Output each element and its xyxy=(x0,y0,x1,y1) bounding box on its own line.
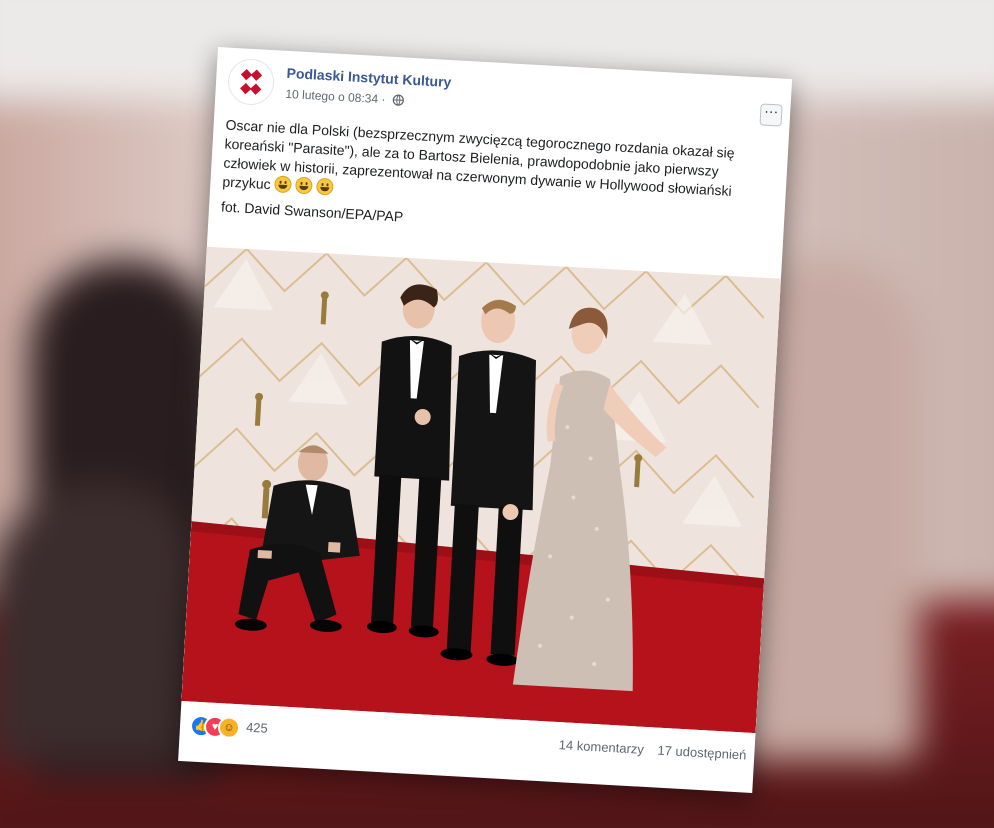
red-carpet-photo-illustration xyxy=(181,246,781,734)
facebook-post-card: Podlaski Instytut Kultury 10 lutego o 08… xyxy=(178,47,793,793)
smiley-emoji-icon xyxy=(295,176,314,195)
timestamp-text[interactable]: 10 lutego o 08:34 · xyxy=(285,87,386,107)
page-avatar[interactable] xyxy=(226,57,276,107)
post-photo[interactable] xyxy=(181,246,781,734)
haha-icon: ☺ xyxy=(217,716,241,740)
smiley-emoji-icon xyxy=(274,175,293,194)
reaction-count[interactable]: 425 xyxy=(246,720,269,736)
post-timestamp[interactable]: 10 lutego o 08:34 · xyxy=(285,87,405,108)
page-name-link[interactable]: Podlaski Instytut Kultury xyxy=(286,65,452,90)
institute-logo-icon xyxy=(240,68,263,95)
smiley-emoji-icon xyxy=(316,177,335,196)
reaction-summary[interactable]: 👍 ♥ ☺ 425 xyxy=(189,714,268,740)
more-options-button[interactable]: ··· xyxy=(759,103,783,127)
shares-link[interactable]: 17 udostępnień xyxy=(657,743,747,763)
globe-icon xyxy=(393,94,405,106)
comments-link[interactable]: 14 komentarzy xyxy=(558,737,644,757)
engagement-stats: 14 komentarzy 17 udostępnień xyxy=(548,737,747,763)
